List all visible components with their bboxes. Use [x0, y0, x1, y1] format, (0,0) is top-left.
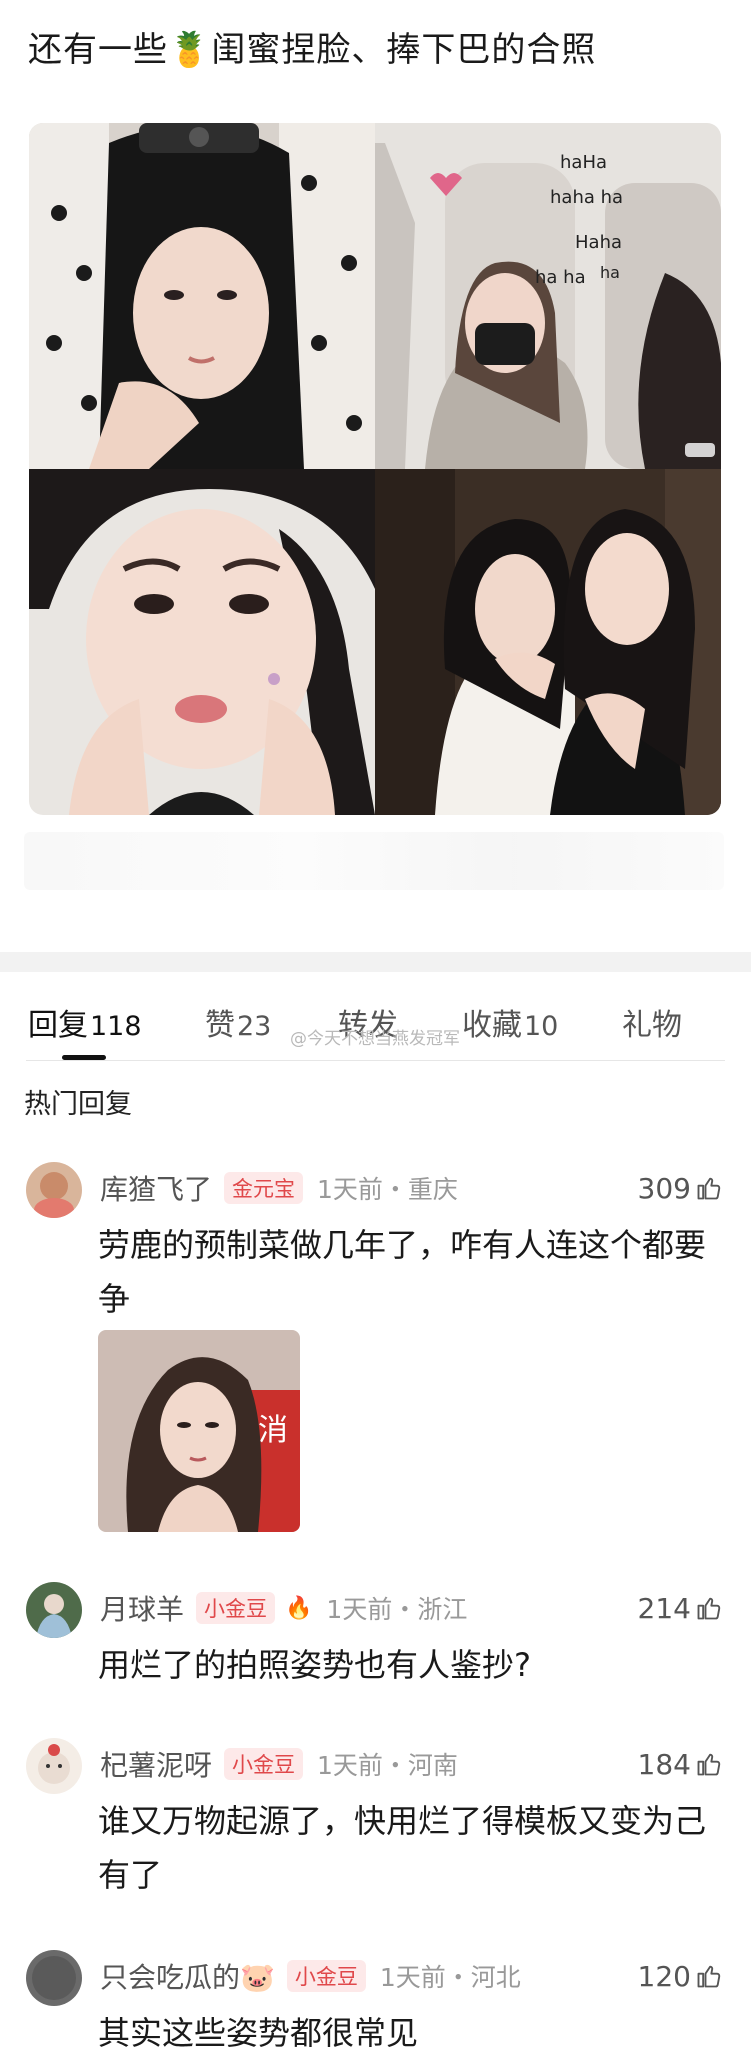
avatar[interactable]: [26, 1582, 82, 1638]
comment-text: 劳鹿的预制菜做几年了，咋有人连这个都要争: [98, 1226, 707, 1318]
thumbs-up-icon: [697, 1177, 721, 1200]
like-count: 309: [637, 1171, 691, 1205]
tab-replies[interactable]: 回复118: [28, 1000, 142, 1044]
hot-replies-heading: 热门回复: [24, 1089, 132, 1120]
comment-username[interactable]: 库猹飞了: [100, 1168, 212, 1208]
comment-username[interactable]: 杞薯泥呀: [100, 1744, 212, 1784]
like-button[interactable]: 120: [638, 1954, 723, 1998]
photo-annotation-1: haHa: [560, 152, 607, 173]
comment-meta: 月球羊 小金豆 🔥 1天前・浙江: [100, 1586, 467, 1630]
tab-likes[interactable]: 赞23: [205, 1000, 271, 1044]
user-badge: 金元宝: [224, 1172, 304, 1204]
tab-replies-count: 118: [90, 1011, 142, 1042]
comment-time-location: 1天前・河北: [379, 1963, 521, 1992]
comment-text: 其实这些姿势都很常见: [98, 2014, 419, 2052]
blurred-caption-strip: [24, 832, 724, 890]
comment-time-location: 1天前・河南: [317, 1751, 458, 1780]
user-badge: 小金豆: [196, 1592, 276, 1624]
comment-meta: 只会吃瓜的🐷 小金豆 1天前・河北: [100, 1954, 521, 1998]
tab-likes-label: 赞: [205, 1008, 235, 1043]
user-badge: 小金豆: [224, 1748, 304, 1780]
avatar[interactable]: [26, 1738, 82, 1794]
user-badge: 小金豆: [286, 1960, 366, 1992]
photo-annotation-5: ha: [600, 263, 620, 282]
tab-gifts-label: 礼物: [622, 1008, 682, 1043]
watermark: @今天不想当燕发冠军: [290, 1029, 460, 1049]
like-button[interactable]: 214: [638, 1586, 723, 1630]
avatar[interactable]: [26, 1162, 82, 1218]
photo-annotation-4: ha ha: [535, 267, 586, 288]
tab-gifts[interactable]: 礼物: [622, 1000, 682, 1044]
like-count: 120: [637, 1959, 691, 1993]
post-title: 还有一些🍍闺蜜捏脸、捧下巴的合照: [28, 22, 596, 71]
post-photo-1[interactable]: [29, 123, 375, 469]
post-photo-4[interactable]: [375, 469, 721, 815]
photo-annotation-2: haha ha: [550, 187, 623, 208]
photo-annotation-3: Haha: [575, 232, 622, 253]
post-title-text-after: 闺蜜捏脸、捧下巴的合照: [211, 30, 597, 70]
comment-meta: 杞薯泥呀 小金豆 1天前・河南: [100, 1742, 458, 1786]
like-count: 214: [637, 1591, 691, 1625]
fire-badge-icon: 🔥: [285, 1595, 313, 1621]
comment-username[interactable]: 月球羊: [100, 1588, 184, 1628]
tabs-divider: [26, 1060, 725, 1061]
comment-text: 谁又万物起源了，快用烂了得模板又变为己有了: [98, 1802, 707, 1894]
thumbs-up-icon: [697, 1597, 721, 1620]
post-photo-grid[interactable]: haHa haha ha Haha ha ha ha: [29, 123, 721, 815]
tab-replies-label: 回复: [28, 1008, 88, 1043]
like-button[interactable]: 184: [638, 1742, 723, 1786]
comment-time-location: 1天前・重庆: [317, 1175, 458, 1204]
thumbs-up-icon: [697, 1965, 721, 1988]
post-photo-2[interactable]: haHa haha ha Haha ha ha ha: [375, 123, 721, 469]
post-photo-3[interactable]: [29, 469, 375, 815]
tab-favorites[interactable]: 收藏10: [462, 1000, 558, 1044]
like-count: 184: [637, 1747, 691, 1781]
comment-meta: 库猹飞了 金元宝 1天前・重庆: [100, 1166, 458, 1210]
section-divider: [0, 952, 751, 972]
post-title-text-before: 还有一些: [28, 30, 168, 70]
tab-likes-count: 23: [237, 1011, 272, 1042]
thumbs-up-icon: [697, 1753, 721, 1776]
tab-favorites-count: 10: [524, 1011, 559, 1042]
avatar[interactable]: [26, 1950, 82, 2006]
comment-text: 用烂了的拍照姿势也有人鉴抄?: [98, 1646, 531, 1684]
pineapple-emoji-icon: 🍍: [168, 30, 212, 70]
comment-time-location: 1天前・浙江: [326, 1595, 468, 1624]
image-sign-text: 消: [258, 1413, 288, 1448]
comment-image[interactable]: 消: [98, 1330, 300, 1532]
like-button[interactable]: 309: [638, 1166, 723, 1210]
tab-favorites-label: 收藏: [462, 1008, 522, 1043]
comment-username[interactable]: 只会吃瓜的🐷: [100, 1956, 275, 1996]
